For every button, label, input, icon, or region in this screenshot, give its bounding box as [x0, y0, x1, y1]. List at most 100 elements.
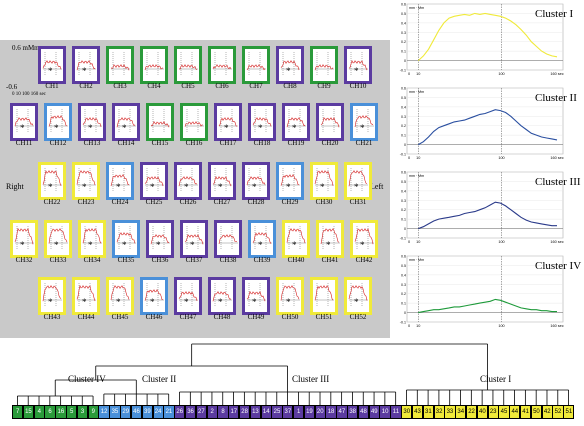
dendrogram-leaf: 9: [87, 405, 99, 419]
channel-box-ch46: * CH46: [140, 277, 168, 321]
y-tick-label: 0.5: [401, 180, 406, 184]
dendrogram-leaf: 17: [228, 405, 240, 419]
channel-box-ch40: * CH40: [282, 220, 310, 264]
y-tick-label: 0.4: [401, 189, 406, 193]
channel-label: CH22: [43, 198, 61, 206]
x-tick-label: 160 sec: [550, 156, 563, 160]
channel-trace: [42, 283, 62, 306]
channel-label: CH16: [185, 139, 203, 147]
dendrogram-leaf: 20: [314, 405, 326, 419]
y-tick-label: 0.2: [401, 40, 406, 44]
channel-box-ch5: CH5: [174, 46, 202, 90]
channel-label: CH7: [249, 82, 263, 90]
channel-label: CH36: [151, 256, 169, 264]
significance-star-icon: *: [88, 123, 93, 133]
y-tick-label: 0.1: [401, 134, 406, 138]
channel-label: CH23: [77, 198, 95, 206]
x-tick-label: 10: [416, 156, 420, 160]
channel-trace: [184, 226, 204, 249]
dendrogram-leaf: 30: [401, 405, 413, 419]
channel-label: CH50: [281, 313, 299, 321]
channel-trace: [76, 283, 96, 306]
x-tick-label: 160 sec: [550, 240, 563, 244]
channel-label: CH40: [287, 256, 305, 264]
channel-label: CH9: [317, 82, 331, 90]
channel-label: CH11: [15, 139, 33, 147]
dendrogram-leaf: 4: [33, 405, 45, 419]
channel-label: CH13: [83, 139, 101, 147]
channel-trace: [348, 52, 368, 75]
channel-label: CH30: [315, 198, 333, 206]
dendrogram-label-cluster-iv: Cluster IV: [68, 374, 106, 384]
channel-box-ch15: CH15: [146, 103, 174, 147]
x-tick-label: 0: [408, 324, 410, 328]
dendrogram-leaf: 35: [109, 405, 121, 419]
channel-trace: [252, 109, 272, 132]
x-tick-label: 10: [416, 324, 420, 328]
channel-trace: [354, 226, 374, 249]
significance-star-icon: *: [20, 240, 25, 250]
channel-trace: [144, 283, 164, 306]
channel-box-ch51: CH51: [310, 277, 338, 321]
channel-label: CH41: [321, 256, 339, 264]
dendrogram-leaf: 50: [530, 405, 543, 419]
channel-trace: [116, 226, 136, 249]
channel-trace: [280, 168, 300, 191]
dendrogram-leaf: 10: [379, 405, 391, 419]
channel-label: CH45: [111, 313, 129, 321]
channel-box-ch42: * CH42: [350, 220, 378, 264]
channel-trace: [218, 109, 238, 132]
channel-label: CH48: [213, 313, 231, 321]
channel-trace: [314, 52, 334, 75]
channel-label: CH49: [247, 313, 265, 321]
significance-star-icon: *: [224, 123, 229, 133]
dendrogram-leaf: 21: [163, 405, 175, 419]
dendrogram-leaf: 6: [44, 405, 56, 419]
x-tick-label: 0: [408, 72, 410, 76]
channel-trace: [76, 52, 96, 75]
y-tick-label: 0: [404, 311, 406, 315]
significance-star-icon: *: [48, 182, 53, 192]
y-tick-label: -0.1: [400, 69, 406, 73]
channel-box-ch8: * CH8: [276, 46, 304, 90]
channel-box-ch7: CH7: [242, 46, 270, 90]
channel-trace: [212, 52, 232, 75]
significance-star-icon: *: [82, 182, 87, 192]
channel-trace: [348, 283, 368, 306]
channel-trace: [320, 226, 340, 249]
channel-box-ch49: * CH49: [242, 277, 270, 321]
dendrogram-leaf: 32: [433, 405, 445, 419]
channel-box-ch21: * CH21: [350, 103, 378, 147]
channel-label: CH44: [77, 313, 95, 321]
channel-label: CH19: [287, 139, 305, 147]
dendrogram-leaf: 13: [249, 405, 262, 419]
dendrogram-label-cluster-ii: Cluster II: [142, 374, 177, 384]
channel-box-ch30: * CH30: [310, 162, 338, 206]
dendrogram-leaf: 52: [552, 405, 564, 419]
channel-box-ch32: * CH32: [10, 220, 38, 264]
channel-trace: [218, 226, 238, 249]
x-tick-label: 10: [416, 72, 420, 76]
channel-trace: [48, 226, 68, 249]
channel-trace: [212, 283, 232, 306]
dendrogram-leaf: 24: [152, 405, 164, 419]
significance-star-icon: *: [360, 123, 365, 133]
significance-star-icon: *: [252, 297, 257, 307]
significance-star-icon: *: [320, 182, 325, 192]
dendrogram-leaf: 23: [487, 405, 499, 419]
channel-label: CH27: [213, 198, 231, 206]
y-tick-label: 0.4: [401, 105, 406, 109]
channel-label: CH42: [355, 256, 373, 264]
channel-box-ch52: * CH52: [344, 277, 372, 321]
significance-star-icon: *: [258, 240, 263, 250]
channel-trace: [178, 52, 198, 75]
significance-star-icon: *: [286, 66, 291, 76]
channel-box-ch10: * CH10: [344, 46, 372, 90]
x-tick-label: 160 sec: [550, 324, 563, 328]
channel-box-ch50: * CH50: [276, 277, 304, 321]
significance-star-icon: *: [54, 240, 59, 250]
channel-trace: [42, 52, 62, 75]
significance-star-icon: *: [286, 297, 291, 307]
y-tick-label: 0: [404, 143, 406, 147]
y-tick-label: 0.4: [401, 21, 406, 25]
